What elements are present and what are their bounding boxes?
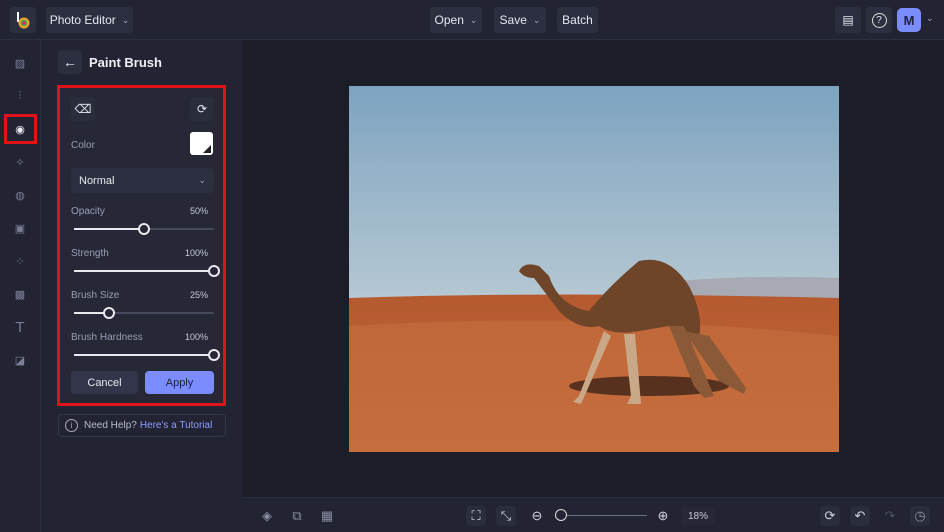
chevron-down-icon: ⌄: [469, 14, 478, 25]
layers-icon[interactable]: ◈: [257, 506, 277, 526]
top-bar: Photo Editor ⌄ Open ⌄ Save ⌄ Batch ▤ ? M ⌄: [0, 0, 944, 40]
slider-fill: [74, 228, 144, 230]
zoom-slider[interactable]: [555, 509, 647, 521]
apply-button[interactable]: Apply: [145, 371, 214, 394]
avatar[interactable]: M: [897, 8, 921, 32]
frames-icon[interactable]: ▣: [10, 218, 30, 238]
artsy-icon[interactable]: ◍: [10, 185, 30, 205]
slider-knob[interactable]: [138, 223, 150, 235]
logo[interactable]: [10, 7, 36, 33]
batch-button[interactable]: Batch: [557, 7, 598, 33]
slider-track[interactable]: [74, 349, 220, 361]
rotate-icon[interactable]: ⟳: [820, 506, 840, 526]
slider-fill: [74, 270, 214, 272]
help-text: Need Help?: [84, 420, 137, 431]
photo-camel[interactable]: [349, 86, 839, 452]
logo-icon: [17, 12, 30, 29]
slider-knob[interactable]: [208, 349, 220, 361]
texture-icon[interactable]: ▩: [10, 284, 30, 304]
shrink-icon[interactable]: ⤡: [496, 506, 516, 526]
refresh-icon: ⟳: [196, 102, 208, 116]
slider-label: Strength: [71, 248, 109, 259]
comment-icon: ▤: [842, 13, 854, 27]
arrow-left-icon: ←: [63, 54, 77, 70]
blend-mode-select[interactable]: Normal ⌄: [71, 168, 214, 193]
adjust-icon[interactable]: ⫶: [10, 86, 30, 106]
slider-label: Brush Hardness: [71, 332, 143, 343]
zoom-slider-knob[interactable]: [555, 509, 567, 521]
help-box: i Need Help? Here's a Tutorial: [58, 414, 226, 437]
photo-editor-menu[interactable]: Photo Editor ⌄: [46, 7, 133, 33]
image-icon[interactable]: ▨: [10, 53, 30, 73]
text-icon[interactable]: T: [10, 317, 30, 337]
slider-value[interactable]: 100%: [185, 248, 208, 258]
paint-brush-controls: ⌫ ⟳ Color Normal ⌄ Opacity 50% Strength 1…: [57, 85, 226, 406]
corner-triangle-icon: [203, 145, 211, 153]
question-icon: ?: [871, 12, 887, 28]
slider-track[interactable]: [74, 265, 220, 277]
slider-value[interactable]: 25%: [190, 290, 208, 300]
chevron-down-icon: ⌄: [121, 14, 130, 25]
slider-fill: [74, 354, 214, 356]
color-label: Color: [71, 140, 95, 151]
eraser-button[interactable]: ⌫: [71, 97, 95, 121]
feedback-button[interactable]: ▤: [835, 7, 861, 33]
fit-screen-icon[interactable]: ⛶: [466, 506, 486, 526]
info-icon: i: [65, 419, 78, 432]
slider-value[interactable]: 50%: [190, 206, 208, 216]
overlay-icon[interactable]: ◪: [10, 350, 30, 370]
eye-icon[interactable]: ◉: [10, 119, 30, 139]
back-button[interactable]: ←: [58, 50, 82, 74]
canvas-area: [243, 40, 944, 497]
redo-icon[interactable]: ↷: [880, 506, 900, 526]
color-swatch[interactable]: [190, 132, 213, 155]
zoom-out-icon[interactable]: ⊖: [527, 506, 547, 526]
slider-label: Brush Size: [71, 290, 120, 301]
chevron-down-icon: ⌄: [198, 175, 206, 185]
open-button[interactable]: Open ⌄: [430, 7, 482, 33]
slider-label: Opacity: [71, 206, 105, 217]
slider-knob[interactable]: [103, 307, 115, 319]
reset-button[interactable]: ⟳: [190, 97, 214, 121]
zoom-in-icon[interactable]: ⊕: [653, 506, 673, 526]
bottom-bar: ◈ ⧉ ▦ ⛶ ⤡ ⊖ ⊕ 18% ⟳ ↶ ↷ ◷: [243, 497, 944, 532]
undo-icon[interactable]: ↶: [850, 506, 870, 526]
slider-value[interactable]: 100%: [185, 332, 208, 342]
slider-track[interactable]: [74, 223, 214, 235]
cancel-button[interactable]: Cancel: [71, 371, 138, 394]
graphics-icon[interactable]: ⁘: [10, 251, 30, 271]
tutorial-link[interactable]: Here's a Tutorial: [140, 420, 213, 431]
chevron-down-icon[interactable]: ⌄: [926, 13, 934, 24]
slider-track[interactable]: [74, 307, 214, 319]
slider-knob[interactable]: [208, 265, 220, 277]
tool-rail: ▨ ⫶ ◉ ✧ ◍ ▣ ⁘ ▩ T ◪: [0, 40, 41, 532]
panel-title: Paint Brush: [89, 55, 162, 70]
history-icon[interactable]: ◷: [910, 506, 930, 526]
duplicate-icon[interactable]: ⧉: [287, 506, 307, 526]
grid-icon[interactable]: ▦: [317, 506, 337, 526]
help-button[interactable]: ?: [866, 7, 892, 33]
chevron-down-icon: ⌄: [532, 14, 541, 25]
eraser-icon: ⌫: [74, 102, 92, 116]
save-button[interactable]: Save ⌄: [494, 7, 546, 33]
effects-icon[interactable]: ✧: [10, 152, 30, 172]
zoom-level[interactable]: 18%: [681, 507, 715, 525]
